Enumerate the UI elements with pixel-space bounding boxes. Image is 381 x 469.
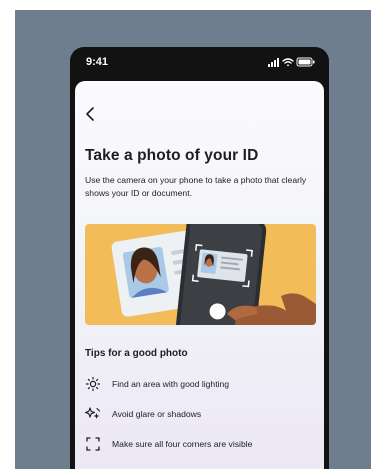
sun-icon [85,376,101,392]
page-title: Take a photo of your ID [85,147,259,164]
phone-scanning-id-card-illustration [85,224,316,325]
tip-label: Avoid glare or shadows [112,409,202,419]
tip-label: Make sure all four corners are visible [112,439,253,449]
frame-corners-icon [86,437,100,451]
status-time: 9:41 [86,56,109,68]
sparkle-icon [85,407,101,419]
chevron-left-icon[interactable] [83,105,99,123]
battery-icon [296,57,315,67]
signal-icon [268,58,279,67]
phone-frame: 9:41 Take a photo of your ID Use the cam… [70,47,329,469]
tip-glare: Avoid glare or shadows [85,406,320,422]
status-bar: 9:41 [70,47,329,77]
wifi-icon [282,58,294,67]
tip-lighting: Find an area with good lighting [85,376,320,392]
id-capture-screen: Take a photo of your ID Use the camera o… [75,81,324,469]
tips-heading: Tips for a good photo [85,348,188,359]
status-icons [268,57,315,67]
tip-label: Find an area with good lighting [112,379,230,389]
tip-corners: Make sure all four corners are visible [85,436,320,452]
page-description: Use the camera on your phone to take a p… [85,175,307,198]
